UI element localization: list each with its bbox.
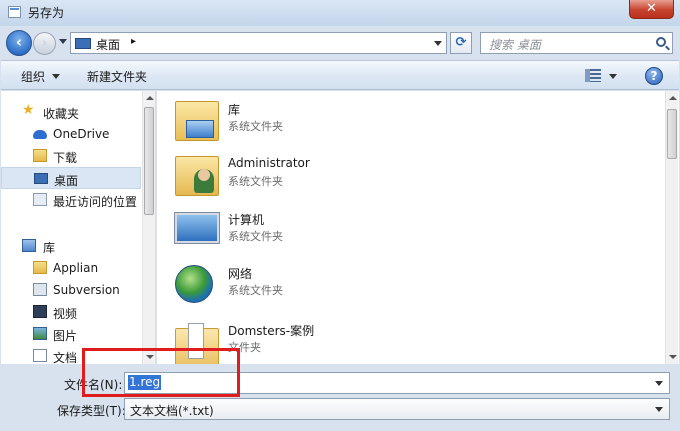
- list-item[interactable]: 网络 系统文件夹: [175, 261, 475, 311]
- pictures-icon: [33, 327, 47, 340]
- address-bar[interactable]: 桌面 ▸: [70, 32, 447, 54]
- search-input[interactable]: 搜索 桌面: [480, 32, 673, 54]
- file-type: 系统文件夹: [228, 230, 283, 243]
- nav-scrollbar[interactable]: [142, 91, 155, 364]
- recent-places-icon: [33, 193, 47, 206]
- nav-item-subversion[interactable]: Subversion: [1, 279, 141, 301]
- filetype-dropdown-icon[interactable]: [655, 407, 663, 412]
- filetype-value: 文本文档(*.txt): [130, 404, 214, 418]
- nav-item-desktop[interactable]: 桌面: [1, 167, 141, 189]
- scroll-thumb[interactable]: [667, 109, 677, 159]
- organize-dropdown-icon[interactable]: [52, 74, 60, 79]
- nav-item-recent-places[interactable]: 最近访问的位置: [1, 189, 141, 211]
- back-button[interactable]: ‹: [6, 30, 32, 56]
- file-name: 库: [228, 103, 241, 117]
- nav-label: 文档: [53, 351, 78, 364]
- user-folder-icon: [175, 156, 219, 196]
- download-folder-icon: [33, 149, 47, 162]
- list-item[interactable]: Administrator 系统文件夹: [175, 152, 475, 202]
- organize-button[interactable]: 组织: [21, 68, 45, 85]
- file-name: Domsters-案例: [228, 324, 315, 338]
- scroll-up-arrow-icon[interactable]: [669, 96, 677, 100]
- filename-dropdown-icon[interactable]: [655, 381, 663, 386]
- file-name: Administrator: [228, 156, 310, 170]
- library-icon: [22, 239, 36, 252]
- nav-item-downloads[interactable]: 下载: [1, 145, 141, 167]
- video-icon: [33, 305, 47, 318]
- window-icon: [8, 6, 21, 18]
- star-icon: ★: [22, 102, 35, 118]
- file-name: 计算机: [228, 213, 265, 227]
- documents-icon: [33, 349, 47, 362]
- network-icon: [175, 265, 213, 303]
- nav-label: 图片: [53, 329, 78, 343]
- command-toolbar: 组织 新建文件夹 ?: [1, 60, 679, 90]
- forward-button[interactable]: ›: [33, 32, 56, 55]
- close-button[interactable]: ✕: [629, 0, 674, 19]
- window-title: 另存为: [28, 6, 65, 20]
- nav-label: 最近访问的位置: [53, 195, 138, 209]
- nav-item-applian[interactable]: Applian: [1, 257, 141, 279]
- search-placeholder: 搜索 桌面: [489, 38, 541, 52]
- library-folder-icon: [175, 101, 219, 141]
- file-name: 网络: [228, 267, 253, 281]
- desktop-icon: [34, 173, 48, 184]
- view-options-icon[interactable]: [585, 69, 601, 82]
- nav-item-pictures[interactable]: 图片: [1, 323, 141, 345]
- recent-pages-dropdown-icon[interactable]: [59, 39, 67, 44]
- folder-icon: [33, 261, 47, 274]
- address-row: ‹ › 桌面 ▸ ⟳ 搜索 桌面: [0, 26, 680, 60]
- navigation-pane: ★ 收藏夹 OneDrive 下载 桌面 最近访问的位置 库 Applian S…: [1, 91, 156, 364]
- desktop-icon: [75, 38, 91, 49]
- search-icon[interactable]: [656, 37, 666, 47]
- list-item[interactable]: 计算机 系统文件夹: [174, 207, 475, 257]
- scroll-down-arrow-icon[interactable]: [669, 355, 677, 359]
- nav-label: 桌面: [54, 174, 79, 188]
- breadcrumb-chevron-icon[interactable]: ▸: [131, 36, 136, 47]
- onedrive-icon: [33, 130, 47, 139]
- nav-label: 下载: [53, 151, 78, 165]
- nav-label: Applian: [53, 261, 99, 275]
- file-list-scrollbar[interactable]: [665, 91, 678, 364]
- scroll-thumb[interactable]: [144, 107, 154, 215]
- nav-label: 库: [43, 241, 56, 255]
- address-location[interactable]: 桌面: [96, 36, 120, 53]
- nav-item-videos[interactable]: 视频: [1, 301, 141, 323]
- nav-label: 收藏夹: [43, 107, 80, 121]
- nav-item-libraries[interactable]: 库: [1, 235, 141, 257]
- file-type: 系统文件夹: [228, 175, 283, 188]
- file-type: 系统文件夹: [228, 284, 283, 297]
- filetype-select[interactable]: 文本文档(*.txt): [124, 398, 670, 420]
- annotation-highlight-box: [82, 348, 240, 397]
- title-bar: 另存为 ✕: [0, 0, 680, 26]
- nav-item-onedrive[interactable]: OneDrive: [1, 123, 141, 145]
- computer-icon: [174, 212, 220, 244]
- nav-item-favorites[interactable]: ★ 收藏夹: [1, 101, 141, 123]
- view-dropdown-icon[interactable]: [609, 74, 617, 79]
- subversion-icon: [33, 283, 47, 296]
- file-list: 库 系统文件夹 Administrator 系统文件夹 计算机 系统文件夹 网络…: [157, 91, 679, 364]
- nav-label: 视频: [53, 307, 78, 321]
- file-type: 系统文件夹: [228, 120, 283, 133]
- list-item[interactable]: 库 系统文件夹: [175, 97, 475, 147]
- filetype-label: 保存类型(T):: [57, 404, 126, 418]
- help-icon[interactable]: ?: [645, 67, 663, 85]
- nav-label: OneDrive: [53, 127, 110, 141]
- nav-label: Subversion: [53, 283, 120, 297]
- refresh-button[interactable]: ⟳: [450, 32, 472, 54]
- address-dropdown-icon[interactable]: [434, 41, 442, 46]
- new-folder-button[interactable]: 新建文件夹: [87, 68, 147, 85]
- scroll-up-arrow-icon[interactable]: [146, 96, 154, 100]
